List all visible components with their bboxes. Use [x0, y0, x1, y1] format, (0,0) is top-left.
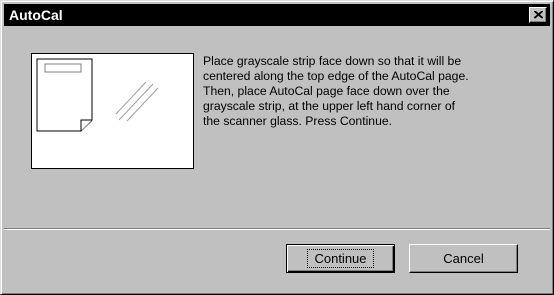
close-icon [534, 11, 543, 19]
window-title: AutoCal [9, 7, 63, 23]
scanner-glass-icon [36, 58, 159, 132]
continue-button-label: Continue [307, 249, 374, 268]
separator [4, 228, 550, 230]
close-button[interactable] [529, 7, 547, 23]
scanner-glass-illustration [31, 53, 194, 169]
autocal-dialog: AutoCal Place grayscale strip face down … [0, 0, 554, 295]
cancel-button-label: Cancel [443, 251, 484, 266]
cancel-button[interactable]: Cancel [409, 244, 518, 273]
continue-button[interactable]: Continue [286, 244, 395, 273]
instructions-text: Place grayscale strip face down so that … [203, 54, 469, 128]
title-bar[interactable]: AutoCal [4, 4, 550, 26]
